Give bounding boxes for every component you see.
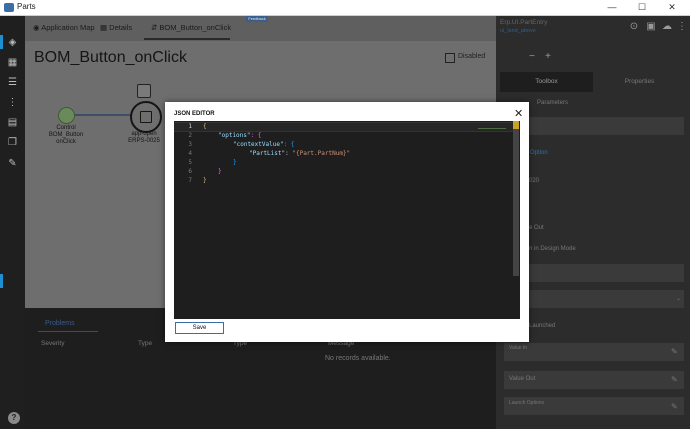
tab-bom-button-onclick[interactable]: ⇵ BOM_Button_onClick xyxy=(151,23,231,32)
code-line-6: } xyxy=(218,168,222,175)
line-number: 4 xyxy=(188,150,192,157)
more-icon[interactable]: ⋮ xyxy=(676,21,688,33)
tree-icon[interactable]: ⋮ xyxy=(6,96,19,109)
line-number: 2 xyxy=(188,132,192,139)
json-punct: : { xyxy=(250,132,262,139)
app-icon xyxy=(4,3,14,12)
scrollbar-marker xyxy=(513,121,519,129)
feedback-tag[interactable]: Feedback xyxy=(246,16,268,22)
code-line-2: "options": { xyxy=(218,132,261,139)
value-in-label: Value In xyxy=(509,345,527,351)
nav-accent xyxy=(0,35,3,49)
chevron-down-icon[interactable]: ⌄ xyxy=(676,295,681,302)
dialog-title: JSON EDITOR xyxy=(174,111,215,117)
minimap xyxy=(478,122,506,129)
tab-toolbox[interactable]: Toolbox xyxy=(500,72,593,92)
value-out-text: e Out xyxy=(529,225,544,231)
col-severity[interactable]: Severity xyxy=(41,340,64,347)
problems-underline xyxy=(38,331,98,332)
app-open-node-label: app-open ERPS-0025 xyxy=(128,131,160,144)
code-line-7: } xyxy=(203,177,207,184)
details-icon: ▦ xyxy=(100,23,110,32)
app-open-icon xyxy=(140,111,152,123)
close-window-button[interactable]: ✕ xyxy=(658,1,686,14)
component-subtitle[interactable]: ui_land_above xyxy=(500,28,536,34)
json-string: "{Part.PartNum}" xyxy=(292,150,351,157)
disabled-checkbox[interactable] xyxy=(445,53,455,63)
col-type[interactable]: Type xyxy=(138,340,152,347)
tab-label: BOM_Button_onClick xyxy=(159,23,232,32)
grid-icon[interactable]: ▦ xyxy=(6,56,19,69)
value-out-label: Value Out xyxy=(509,376,536,382)
tab-application-map[interactable]: ◉ Application Map xyxy=(33,23,95,32)
tab-details[interactable]: ▦ Details xyxy=(100,23,132,32)
edit-doc-icon[interactable]: ✎ xyxy=(6,157,19,170)
code-line-5: } xyxy=(233,159,237,166)
line-number: 3 xyxy=(188,141,192,148)
map-icon: ◉ xyxy=(33,23,42,32)
page-title: BOM_Button_onClick xyxy=(34,49,187,66)
tab-problems[interactable]: Problems xyxy=(45,320,75,327)
tab-label: Details xyxy=(109,23,133,32)
plus-icon[interactable]: + xyxy=(542,51,554,63)
json-key: "contextValue" xyxy=(233,141,284,148)
value-020: 020 xyxy=(529,178,540,184)
flow-connector xyxy=(73,114,131,116)
stack-icon[interactable]: ▤ xyxy=(6,116,19,129)
run-icon[interactable]: ⊙ xyxy=(628,21,640,33)
tab-properties[interactable]: Properties xyxy=(593,72,686,92)
cloud-upload-icon[interactable]: ☁ xyxy=(661,21,673,33)
save-button[interactable]: Save xyxy=(175,322,224,334)
parameters-label: Parameters xyxy=(537,100,569,106)
active-tab-indicator xyxy=(144,38,230,40)
design-mode-text: n in Design Mode xyxy=(529,246,576,252)
json-key: "PartList" xyxy=(249,150,286,157)
nav-accent-2 xyxy=(0,274,3,288)
copy-icon[interactable]: ❐ xyxy=(6,136,19,149)
launch-options-label: Launch Options xyxy=(509,400,545,406)
edit-launch-options-icon[interactable]: ✎ xyxy=(671,402,678,411)
disabled-label: Disabled xyxy=(458,53,486,60)
line-number: 6 xyxy=(188,168,192,175)
json-key: "options" xyxy=(218,132,251,139)
node-delete-icon[interactable] xyxy=(137,84,151,98)
code-line-1: { xyxy=(203,123,207,130)
help-icon[interactable]: ? xyxy=(8,412,20,424)
edit-value-in-icon[interactable]: ✎ xyxy=(671,347,678,356)
line-number: 5 xyxy=(188,159,192,166)
maximize-button[interactable]: ☐ xyxy=(628,1,656,14)
editor-scrollbar[interactable] xyxy=(513,121,519,276)
window-title: Parts xyxy=(17,2,36,11)
minimize-button[interactable]: — xyxy=(598,1,626,14)
component-title: Erp.UI.PartEntry xyxy=(500,19,548,26)
close-icon[interactable]: ✕ xyxy=(514,107,523,120)
value-in-field[interactable] xyxy=(504,343,684,361)
json-punct: : { xyxy=(283,141,295,148)
save-icon[interactable]: ▣ xyxy=(645,21,657,33)
field-design[interactable] xyxy=(504,264,684,282)
option-link[interactable]: Option xyxy=(530,150,548,156)
code-line-4: "PartList": "{Part.PartNum}" xyxy=(249,150,350,157)
active-line-highlight xyxy=(174,122,513,132)
app-open-node[interactable] xyxy=(130,101,162,133)
control-node[interactable] xyxy=(58,107,75,124)
line-number: 1 xyxy=(188,123,192,130)
code-line-3: "contextValue": { xyxy=(233,141,294,148)
control-node-label: Control BOM_Button onClick xyxy=(48,125,84,145)
field-dropdown[interactable] xyxy=(504,290,684,308)
line-number: 7 xyxy=(188,177,192,184)
parameter-field-1[interactable] xyxy=(504,117,684,135)
left-nav: ◈ ▦ ☰ ⋮ ▤ ❐ ✎ xyxy=(0,16,25,429)
tab-label: Application Map xyxy=(41,23,95,32)
launched-text: Launched xyxy=(529,323,556,329)
empty-state: No records available. xyxy=(325,355,391,362)
layers-icon[interactable]: ◈ xyxy=(6,36,19,49)
minus-icon[interactable]: − xyxy=(526,51,538,63)
checklist-icon[interactable]: ☰ xyxy=(6,76,19,89)
title-bar: Parts — ☐ ✕ xyxy=(0,0,690,16)
edit-value-out-icon[interactable]: ✎ xyxy=(671,375,678,384)
